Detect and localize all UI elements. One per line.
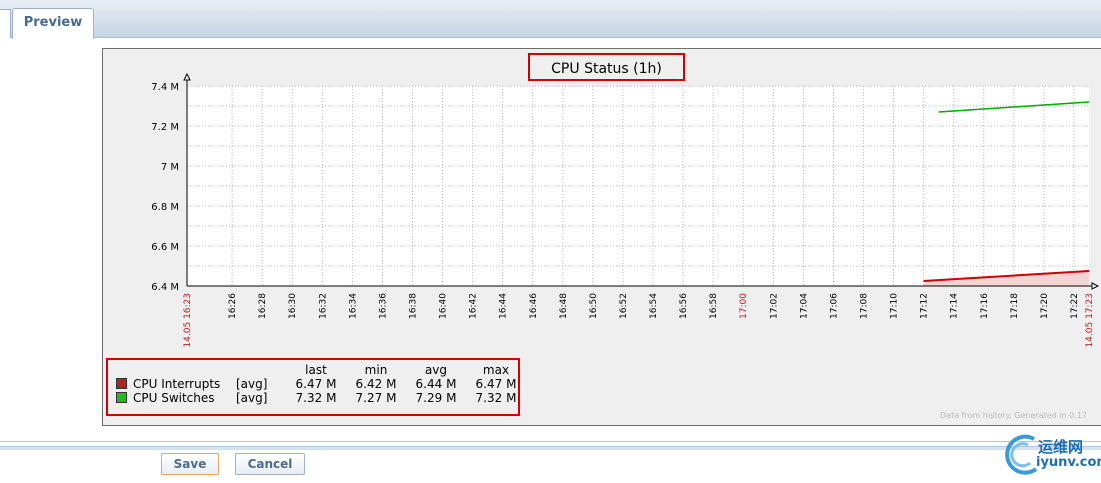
x-axis-arrow-icon (1091, 282, 1100, 290)
chart-title: CPU Status (1h) (551, 61, 662, 77)
legend-func: [avg] (236, 391, 268, 405)
legend-header-min: min (364, 363, 388, 377)
x-tick-label: 16:32 (318, 293, 328, 319)
x-tick-label: 16:42 (469, 293, 479, 319)
x-tick-label: 16:56 (679, 293, 689, 319)
y-tick-label: 7.2 M (151, 122, 179, 133)
x-tick-label: 16:54 (649, 293, 659, 319)
x-tick-label: 16:46 (529, 293, 539, 319)
y-tick-label: 6.4 M (151, 282, 179, 293)
x-tick-label: 16:28 (258, 293, 268, 319)
legend-swatch-red (116, 378, 127, 389)
legend-series-name: CPU Interrupts (133, 377, 221, 391)
tab-preview[interactable]: Preview (12, 8, 94, 39)
site-watermark: 运维网 iyunv.com (1000, 431, 1101, 479)
x-tick-label: 17:10 (890, 293, 900, 319)
x-tick-label: 16:50 (589, 293, 599, 319)
legend-row-cpu-interrupts: CPU Interrupts [avg] 6.47 M 6.42 M 6.44 … (116, 377, 526, 391)
legend-min: 6.42 M (355, 377, 397, 391)
x-tick-label: 16:36 (378, 293, 388, 319)
y-tick-label: 7 M (161, 162, 179, 173)
divider-bar (0, 446, 1101, 450)
legend-header-avg: avg (424, 363, 448, 377)
x-tick-label: 17:06 (829, 293, 839, 319)
x-tick-label: 17:18 (1010, 293, 1020, 319)
legend-avg: 7.29 M (415, 391, 457, 405)
legend-series-name: CPU Switches (133, 391, 215, 405)
x-tick-label: 16:44 (499, 293, 509, 319)
legend-func: [avg] (236, 377, 268, 391)
legend: last min avg max CPU Interrupts [avg] 6.… (116, 363, 526, 405)
legend-last: 7.32 M (295, 391, 337, 405)
x-edge-label: 14.05 17:23 (1085, 293, 1095, 348)
y-tick-label: 7.4 M (151, 82, 179, 93)
x-tick-label: 17:16 (980, 293, 990, 319)
x-tick-label: 16:40 (439, 293, 449, 319)
legend-min: 7.27 M (355, 391, 397, 405)
y-tick-label: 6.6 M (151, 242, 179, 253)
legend-last: 6.47 M (295, 377, 337, 391)
x-tick-label: 16:58 (709, 293, 719, 319)
watermark-logo-icon (1005, 434, 1038, 475)
chart-title-box: CPU Status (1h) (528, 53, 685, 81)
x-tick-label: 16:26 (228, 293, 238, 319)
legend-swatch-green (116, 392, 127, 403)
x-tick-label: 17:02 (769, 293, 779, 319)
legend-row-cpu-switches: CPU Switches [avg] 7.32 M 7.27 M 7.29 M … (116, 391, 526, 405)
x-tick-label: 17:00 (739, 293, 749, 319)
top-bar: Preview (0, 0, 1101, 39)
y-axis-arrow-icon (183, 72, 191, 81)
legend-header-row: last min avg max (116, 363, 526, 377)
legend-header-max: max (482, 363, 510, 377)
divider-line (0, 441, 1101, 442)
tab-previous[interactable] (0, 9, 11, 38)
generation-footnote: Data from history. Generated in 0.17 (940, 411, 1087, 420)
x-tick-labels: 16:26 16:28 16:30 16:32 16:34 16:36 16:38 16:40… (183, 293, 1095, 348)
watermark-text-zh: 运维网 (1038, 438, 1084, 456)
x-tick-label: 17:12 (920, 293, 930, 319)
x-tick-label: 16:30 (288, 293, 298, 319)
watermark-text-en: iyunv.com (1036, 455, 1101, 470)
x-tick-label: 17:20 (1040, 293, 1050, 319)
x-tick-label: 17:22 (1070, 293, 1080, 319)
x-edge-label: 14.05 16:23 (183, 293, 193, 348)
x-tick-label: 17:04 (799, 293, 809, 319)
x-tick-label: 16:48 (559, 293, 569, 319)
legend-avg: 6.44 M (415, 377, 457, 391)
x-tick-label: 17:08 (860, 293, 870, 319)
legend-max: 7.32 M (475, 391, 517, 405)
save-button[interactable]: Save (161, 453, 219, 475)
y-tick-labels: 6.4 M 6.6 M 6.8 M 7 M 7.2 M 7.4 M (151, 82, 179, 293)
x-tick-label: 16:52 (619, 293, 629, 319)
legend-header-last: last (305, 363, 327, 377)
x-tick-label: 16:34 (348, 293, 358, 319)
x-tick-label: 17:14 (950, 293, 960, 319)
x-tick-label: 16:38 (409, 293, 419, 319)
y-tick-label: 6.8 M (151, 202, 179, 213)
cancel-button[interactable]: Cancel (235, 453, 305, 475)
legend-max: 6.47 M (475, 377, 517, 391)
